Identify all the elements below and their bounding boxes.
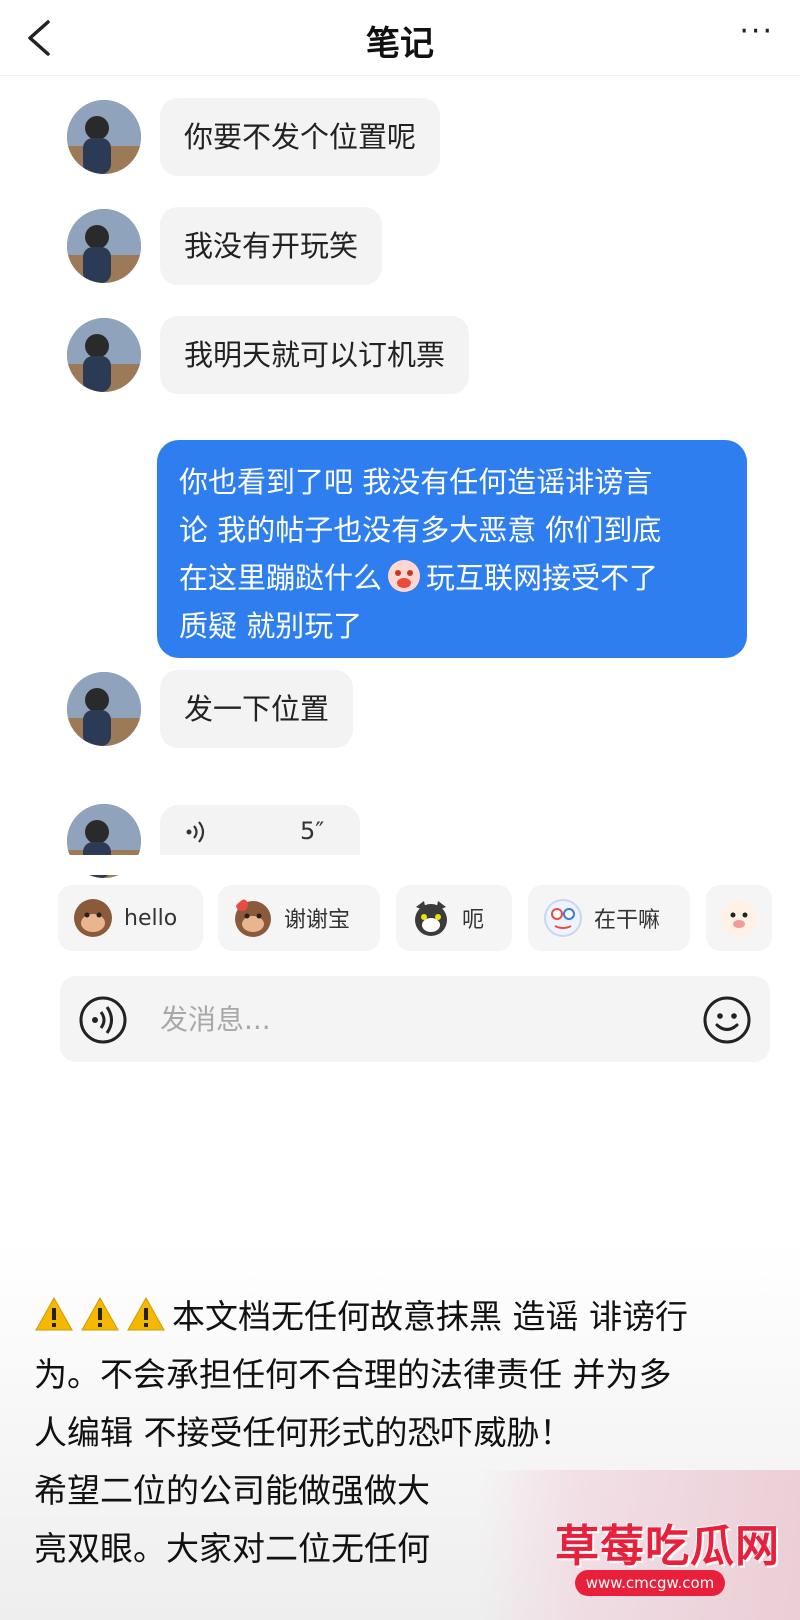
- message-line: 质疑 就别玩了: [179, 609, 363, 643]
- monkey-flower-sticker-icon: [235, 899, 271, 937]
- monkey-sticker-icon: [74, 899, 112, 937]
- pouting-emoji-icon: [388, 560, 421, 592]
- avatar[interactable]: [67, 100, 141, 174]
- message-bubble-incoming[interactable]: 发一下位置: [160, 670, 354, 748]
- quick-reply-what-doing[interactable]: 在干嘛: [528, 885, 690, 951]
- message-fragment: 玩互联网接受不了: [426, 561, 659, 595]
- voice-message-bubble[interactable]: 5″: [160, 805, 360, 857]
- message-input[interactable]: 发消息...: [160, 998, 271, 1038]
- more-options-icon[interactable]: ···: [739, 14, 774, 49]
- warning-icon: [127, 1296, 165, 1331]
- quick-reply-hello[interactable]: hello: [58, 885, 203, 951]
- avatar[interactable]: [67, 318, 141, 392]
- doodle-sticker-icon: [544, 899, 582, 937]
- quick-reply-more[interactable]: [706, 885, 772, 951]
- watermark-url: www.cmcgw.com: [575, 1570, 725, 1596]
- message-line: 论 我的帖子也没有多大恶意 你们到底: [179, 513, 662, 547]
- voice-duration: 5″: [300, 817, 325, 845]
- warning-icon: [81, 1296, 119, 1331]
- quick-reply-label: 谢谢宝: [284, 908, 351, 933]
- divider: [0, 855, 800, 875]
- message-line: 你也看到了吧 我没有任何造谣诽谤言: [179, 465, 653, 499]
- page-title: 笔记: [366, 24, 434, 64]
- quick-reply-thanks[interactable]: 谢谢宝: [218, 885, 380, 951]
- quick-reply-label: 呃: [462, 908, 485, 933]
- voice-input-icon[interactable]: [78, 995, 128, 1045]
- message-bubble-outgoing[interactable]: 你也看到了吧 我没有任何造谣诽谤言 论 我的帖子也没有多大恶意 你们到底 在这里…: [157, 440, 747, 658]
- disclaimer-line: 为。不会承担任何不合理的法律责任 并为多: [34, 1355, 672, 1394]
- top-bar: 笔记 ···: [0, 0, 800, 76]
- message-fragment: 在这里蹦跶什么: [179, 561, 383, 595]
- voice-wave-icon: [186, 821, 205, 843]
- disclaimer-fragment: 本文档无任何故意抹黑 造谣 诽谤行: [172, 1297, 688, 1336]
- quick-reply-label: 在干嘛: [594, 908, 661, 933]
- message-bubble-incoming[interactable]: 你要不发个位置呢: [160, 98, 441, 176]
- watermark-logo: 草莓吃瓜网: [555, 1521, 780, 1572]
- quick-reply-label: hello: [124, 905, 178, 931]
- avatar[interactable]: [67, 209, 141, 283]
- message-bubble-incoming[interactable]: 我明天就可以订机票: [160, 316, 470, 394]
- sticker-icon: [721, 900, 757, 936]
- disclaimer-line: 本文档无任何故意抹黑 造谣 诽谤行: [34, 1288, 774, 1346]
- cat-sticker-icon: [415, 901, 447, 936]
- message-input-bar[interactable]: 发消息...: [60, 976, 770, 1062]
- disclaimer-line: 人编辑 不接受任何形式的恐吓威胁！: [34, 1413, 573, 1452]
- message-bubble-incoming[interactable]: 我没有开玩笑: [160, 207, 383, 285]
- message-line: 在这里蹦跶什么 玩互联网接受不了: [179, 554, 725, 602]
- avatar[interactable]: [67, 672, 141, 746]
- quick-reply-er[interactable]: 呃: [396, 885, 512, 951]
- warning-icon: [35, 1296, 73, 1331]
- emoji-icon[interactable]: [702, 995, 752, 1045]
